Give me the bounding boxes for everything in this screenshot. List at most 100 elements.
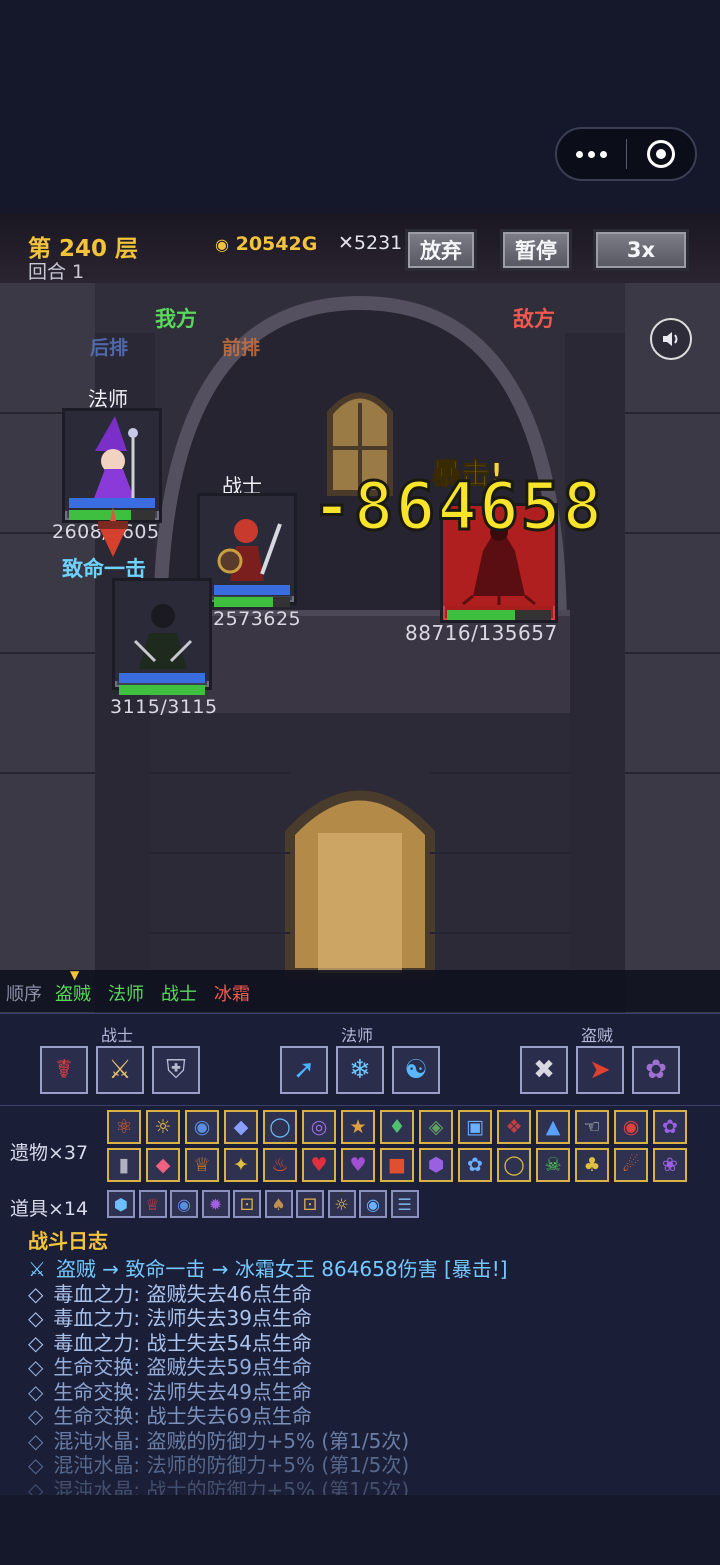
- rogue-mp-bar: [119, 673, 205, 683]
- relic-count-label: 遗物×37: [10, 1142, 89, 1164]
- turn-order-bar: 顺序 ▼ 盗贼 法师 战士 冰霜: [0, 968, 720, 1012]
- gold-ring-icon[interactable]: ◯: [497, 1148, 531, 1182]
- purple-crystal-icon[interactable]: ✿: [653, 1110, 687, 1144]
- shield-orb-icon[interactable]: ◯: [263, 1110, 297, 1144]
- rogue-sprite: [115, 581, 209, 681]
- damage-popup: -864658: [310, 467, 605, 547]
- ally-team-label: 我方: [155, 307, 197, 331]
- void-ring-icon[interactable]: ◎: [302, 1110, 336, 1144]
- close-mini-program-button[interactable]: [627, 129, 696, 179]
- turn-unit: 战士: [161, 984, 197, 1005]
- target-circle-icon: [646, 140, 675, 168]
- speaker-icon: [663, 332, 678, 346]
- brown-pouch-item-icon[interactable]: ♠: [264, 1190, 293, 1218]
- pause-button[interactable]: 暂停: [500, 229, 572, 271]
- blue-gem-icon[interactable]: ◉: [185, 1110, 219, 1144]
- golden-lamp-icon[interactable]: ★: [341, 1110, 375, 1144]
- mini-program-capsule: [555, 127, 697, 181]
- purple-rose-icon[interactable]: ❀: [653, 1148, 687, 1182]
- relic-panel: 遗物×37 ⚛ ☼ ◉ ◆ ◯ ◎ ★ ♦ ◈ ▣ ❖ ▲ ☜ ◉ ✿ ▮ ◆ ♕ ✦ ♨ ♥ ♥ ■ ⬢ ✿ ◯ ☠ ♣ ☄ ❀ 道具…: [0, 1105, 720, 1221]
- sun-emblem-icon[interactable]: ☼: [146, 1110, 180, 1144]
- gear-sun-item-icon[interactable]: ☼: [327, 1190, 356, 1218]
- skill-panel: 战士 法师 盗贼 ☤ ⚔ ⛨ ➚ ❄ ☯ ✖ ➤ ✿: [0, 1013, 720, 1106]
- mana-orb-item-icon[interactable]: ◉: [359, 1190, 387, 1218]
- gold-value: 20542G: [235, 233, 318, 255]
- gold-dice-item-icon[interactable]: ⚀: [296, 1190, 324, 1218]
- dice-item-icon[interactable]: ⚀: [233, 1190, 261, 1218]
- ice-lance-icon[interactable]: ➚: [280, 1046, 328, 1094]
- fire-core-icon[interactable]: ■: [380, 1148, 414, 1182]
- battle-scene: 第 240 层 回合 1 ◉ 20542G ✕5231 放弃 暂停 3x 我方 …: [0, 213, 720, 1013]
- rainbow-orb-icon[interactable]: ✿: [458, 1148, 492, 1182]
- blue-flame-icon[interactable]: ▲: [536, 1110, 570, 1144]
- ice-gem-item-icon[interactable]: ⬢: [107, 1190, 135, 1218]
- golden-wand-icon[interactable]: ✦: [224, 1148, 258, 1182]
- blood-eye-icon[interactable]: ◉: [614, 1110, 648, 1144]
- green-potion-icon[interactable]: ♦: [380, 1110, 414, 1144]
- give-up-button[interactable]: 放弃: [405, 229, 477, 271]
- round-indicator: 回合 1: [28, 261, 85, 283]
- trident-relic-icon[interactable]: ⚛: [107, 1110, 141, 1144]
- turn-unit: 盗贼: [55, 984, 91, 1005]
- red-heart-icon[interactable]: ♥: [302, 1148, 336, 1182]
- rogue-hp-track: [119, 685, 205, 695]
- coin-bag-icon: ◉: [215, 235, 229, 254]
- rainbow-feather-icon[interactable]: ◆: [146, 1148, 180, 1182]
- turn-unit: 法师: [108, 984, 144, 1005]
- enemy-hp-fill: [447, 610, 515, 620]
- scroll-item-icon[interactable]: ☰: [390, 1190, 419, 1218]
- crystal-heart-icon[interactable]: ◆: [224, 1110, 258, 1144]
- warrior-hp-text: 2573625: [213, 608, 302, 630]
- more-dots-icon: [575, 150, 607, 158]
- effect-diamond-icon: ◇: [28, 1477, 44, 1496]
- enemy-hp-track: [447, 610, 551, 620]
- clover-coin-icon[interactable]: ♣: [575, 1148, 609, 1182]
- phoenix-feather-icon[interactable]: ☄: [614, 1148, 648, 1182]
- battle-log: 战斗日志 ⚔ 盗贼 → 致命一击 → 冰霜女王 864658伤害 [暴击!] ◇ 毒血…: [0, 1220, 720, 1495]
- frost-tornado-icon[interactable]: ☯: [392, 1046, 440, 1094]
- crystal-ball-icon[interactable]: ▣: [458, 1110, 492, 1144]
- blue-orb-item-icon[interactable]: ◉: [170, 1190, 198, 1218]
- speed-button[interactable]: 3x: [593, 229, 689, 271]
- iron-armor-icon[interactable]: ▮: [107, 1148, 141, 1182]
- enemy-hp-text: 88716/135657: [405, 621, 558, 645]
- shadow-cloak-icon[interactable]: ✿: [632, 1046, 680, 1094]
- white-fang-icon[interactable]: ☜: [575, 1110, 609, 1144]
- forest-spirit-icon[interactable]: ◈: [419, 1110, 453, 1144]
- red-chalice-item-icon[interactable]: ♕: [138, 1190, 167, 1218]
- cross-swords-icon[interactable]: ⚔: [96, 1046, 144, 1094]
- poison-dagger-icon[interactable]: ➤: [576, 1046, 624, 1094]
- log-line-text: 混沌水晶: 战士的防御力+5% (第1/5次): [53, 1477, 410, 1496]
- rogue-hp-text: 3115/3115: [110, 696, 218, 718]
- shield-icon[interactable]: ⛨: [152, 1046, 200, 1094]
- item-count-label: 道具×14: [10, 1198, 89, 1220]
- green-skull-icon[interactable]: ☠: [536, 1148, 570, 1182]
- rogue-hp-fill: [119, 685, 205, 695]
- kill-value: 5231: [353, 232, 403, 254]
- purple-heart-icon[interactable]: ♥: [341, 1148, 375, 1182]
- gold-counter: ◉ 20542G: [215, 233, 317, 255]
- ice-crystal-icon[interactable]: ❄: [336, 1046, 384, 1094]
- mage-sprite: [65, 411, 159, 511]
- mage-skill-label: 法师: [341, 1026, 374, 1045]
- crossed-swords-icon: ✕: [338, 232, 354, 254]
- back-row-label: 后排: [90, 337, 129, 359]
- chaos-crystal-icon[interactable]: ⬢: [419, 1148, 453, 1182]
- fire-crown-icon[interactable]: ♕: [185, 1148, 219, 1182]
- sickle-slash-icon[interactable]: ☤: [40, 1046, 88, 1094]
- red-serpent-icon[interactable]: ❖: [497, 1110, 531, 1144]
- rogue-skill-label: 盗贼: [581, 1026, 614, 1045]
- log-line: ◇ 混沌水晶: 战士的防御力+5% (第1/5次): [28, 1474, 409, 1496]
- warrior-mp-bar: [214, 585, 290, 595]
- sound-toggle-button[interactable]: [650, 318, 692, 360]
- purple-star-item-icon[interactable]: ✹: [201, 1190, 230, 1218]
- turn-unit: 冰霜: [214, 984, 250, 1005]
- dual-blades-icon[interactable]: ✖: [520, 1046, 568, 1094]
- warrior-hp-fill: [214, 597, 274, 607]
- front-row-label: 前排: [222, 337, 261, 359]
- enemy-team-label: 敌方: [513, 307, 555, 331]
- kill-counter: ✕5231: [338, 232, 402, 254]
- more-menu-button[interactable]: [557, 129, 626, 179]
- fire-rune-icon[interactable]: ♨: [263, 1148, 297, 1182]
- turn-order-label: 顺序: [6, 984, 42, 1005]
